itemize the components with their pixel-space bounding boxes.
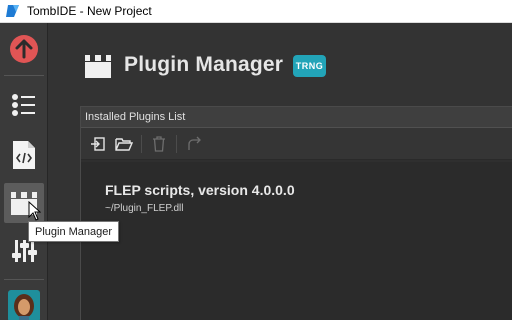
tooltip: Plugin Manager [28,221,120,242]
engine-badge: TRNG [293,55,326,77]
trash-icon [153,135,165,152]
plugin-name: FLEP scripts, version 4.0.0.0 [105,182,295,198]
panel-title: Installed Plugins List [85,111,186,123]
title-bar: TombIDE - New Project [0,0,512,23]
app-logo-icon [6,5,19,17]
toolbar-separator [176,134,177,153]
window-title: TombIDE - New Project [27,4,152,18]
up-arrow-icon [10,35,38,63]
installed-plugins-panel: Installed Plugins List FLEP scripts, ver… [80,106,512,320]
toolbar-separator [141,134,142,153]
refresh-button[interactable] [183,133,205,155]
plugin-path: ~/Plugin_FLEP.dll [105,203,184,214]
import-plugin-button[interactable] [87,133,109,155]
sidebar-item-avatar[interactable] [4,286,44,320]
redo-icon [188,136,201,150]
sidebar-item-levels[interactable] [4,85,44,125]
delete-plugin-button[interactable] [148,133,170,155]
import-icon [91,136,105,151]
sidebar-divider [4,75,44,76]
sidebar-item-back[interactable] [4,29,44,69]
script-file-icon [13,141,35,169]
open-folder-button[interactable] [113,133,135,155]
sidebar-item-script[interactable] [4,135,44,175]
level-list-icon [12,94,35,116]
sidebar-divider [4,279,44,280]
mouse-cursor-icon [28,201,41,221]
plugin-manager-header-icon [85,55,111,78]
panel-header: Installed Plugins List [81,107,512,128]
page-title: Plugin Manager [124,53,284,76]
plugin-list[interactable]: FLEP scripts, version 4.0.0.0 ~/Plugin_F… [81,162,512,320]
panel-toolbar [81,128,512,160]
open-folder-icon [115,137,133,151]
avatar [8,290,40,320]
sidebar [0,23,48,320]
